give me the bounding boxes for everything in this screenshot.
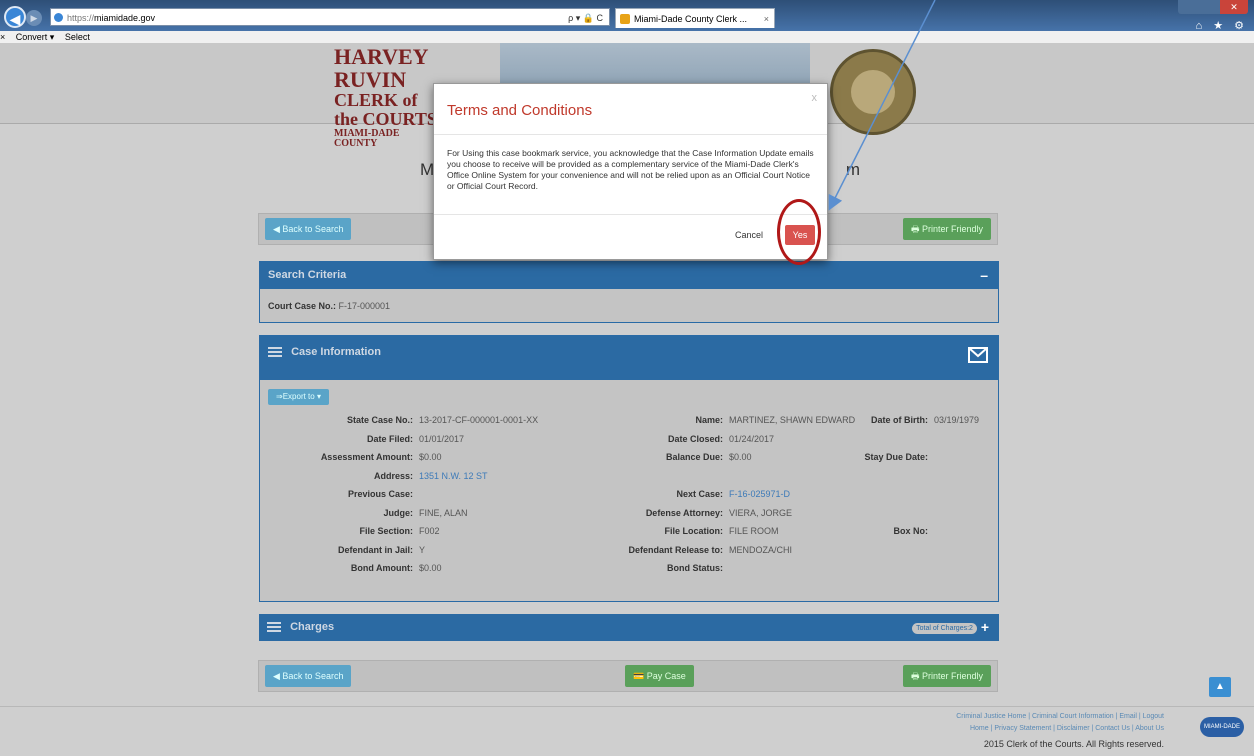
court-case-value: F-17-000001 <box>338 301 391 311</box>
modal-divider <box>434 134 827 135</box>
annotation-circle <box>777 199 821 265</box>
command-bar: × Convert ▾ Select <box>0 31 1254 43</box>
favicon-icon <box>620 14 630 24</box>
back-to-search-button[interactable]: ◀ Back to Search <box>265 665 352 687</box>
modal-divider <box>434 214 827 215</box>
footer: Criminal Justice Home | Criminal Court I… <box>0 706 1254 756</box>
field-label: Bond Status: <box>667 563 723 573</box>
field-value: $0.00 <box>729 452 752 462</box>
field-label: Judge: <box>383 507 413 518</box>
case-information-header: Case Information <box>260 336 998 380</box>
search-criteria-title: Search Criteria <box>268 269 347 281</box>
miami-dade-logo[interactable]: MIAMI-DADE <box>1200 717 1244 737</box>
field-value: MENDOZA/CHI <box>729 544 792 555</box>
cancel-button[interactable]: Cancel <box>735 230 763 240</box>
field-label: File Location: <box>664 526 724 536</box>
convert-menu[interactable]: Convert ▾ <box>16 32 55 42</box>
field-label: Defendant in Jail: <box>337 544 413 555</box>
email-icon[interactable] <box>968 342 988 374</box>
search-criteria-header[interactable]: Search Criteria – <box>260 262 998 289</box>
field-value: $0.00 <box>419 452 442 462</box>
field-label: Previous Case: <box>347 489 413 499</box>
url-host: miamidade.gov <box>94 13 156 23</box>
field-value: 01/24/2017 <box>729 433 775 444</box>
logo-line3: MIAMI-DADE COUNTY <box>334 127 400 150</box>
footer-copyright: 2015 Clerk of the Courts. All Rights res… <box>983 739 1164 749</box>
field-value: VIERA, JORGE <box>729 507 793 518</box>
modal-title: Terms and Conditions <box>447 102 593 119</box>
field-label: Next Case: <box>676 489 723 499</box>
page-title-right: m <box>845 160 860 179</box>
field-value: MARTINEZ, SHAWN EDWARD <box>729 415 856 425</box>
field-value: 01/01/2017 <box>419 433 465 444</box>
url-prefix: https:// <box>67 13 95 23</box>
field-label: Bond Amount: <box>350 563 413 573</box>
case-information-title: Case Information <box>291 346 381 358</box>
pay-case-button[interactable]: 💳 Pay Case <box>625 665 694 687</box>
field-value: F002 <box>419 526 440 536</box>
field-label: State Case No.: <box>346 415 413 425</box>
field-label: File Section: <box>359 526 413 536</box>
tab-title: Miami-Dade County Clerk ... <box>634 14 748 24</box>
field-label: Address: <box>373 470 413 481</box>
forward-arrow-icon[interactable]: ▶ <box>26 10 42 26</box>
window-controls[interactable]: ✕ <box>1178 0 1248 14</box>
modal-body-text: For Using this case bookmark service, yo… <box>447 148 814 191</box>
field-label: Date Closed: <box>667 433 723 444</box>
field-value: 03/19/1979 <box>934 415 980 425</box>
ie-icon <box>54 13 63 22</box>
field-label: Stay Due Date: <box>864 452 928 462</box>
field-label: Assessment Amount: <box>320 452 413 462</box>
field-value: FILE ROOM <box>729 526 779 536</box>
field-label: Defense Attorney: <box>645 507 723 518</box>
scroll-to-top-button[interactable]: ▲ <box>1209 677 1231 697</box>
browser-tab[interactable]: Miami-Dade County Clerk ... × <box>615 8 775 28</box>
terms-modal: Terms and Conditions x For Using this ca… <box>433 83 828 260</box>
field-value: $0.00 <box>419 563 442 573</box>
list-icon <box>268 347 282 358</box>
charges-header[interactable]: Charges Total of Charges:2 + <box>259 614 999 641</box>
field-value: Y <box>419 544 426 555</box>
field-label: Defendant Release to: <box>628 544 723 555</box>
select-menu[interactable]: Select <box>65 32 90 42</box>
field-value: FINE, ALAN <box>419 507 468 518</box>
cmdbar-close-icon[interactable]: × <box>0 32 5 42</box>
list-icon <box>267 622 281 633</box>
modal-close-icon[interactable]: x <box>812 92 818 104</box>
collapse-icon[interactable]: – <box>980 262 988 289</box>
footer-links-row1[interactable]: Criminal Justice Home | Criminal Court I… <box>956 713 1164 720</box>
court-case-label: Court Case No.: <box>268 301 337 311</box>
field-label: Balance Due: <box>665 452 723 462</box>
charges-title: Charges <box>290 621 335 633</box>
printer-friendly-button[interactable]: 🖶 Printer Friendly <box>902 218 991 240</box>
charges-right: Total of Charges:2 + <box>912 614 989 641</box>
clerk-logo[interactable]: HARVEY RUVIN CLERK of the COURTS MIAMI-D… <box>334 45 444 150</box>
field-label: Date Filed: <box>366 433 413 444</box>
search-criteria-panel: Search Criteria – Court Case No.: F-17-0… <box>259 261 999 323</box>
expand-icon[interactable]: + <box>981 619 989 635</box>
field-label: Box No: <box>893 526 929 536</box>
field-link[interactable]: F-16-025971-D <box>729 489 790 499</box>
footer-links-row2[interactable]: Home | Privacy Statement | Disclaimer | … <box>970 725 1164 732</box>
case-information-panel: Case Information ⇒Export to ▾ State Case… <box>259 335 999 602</box>
back-to-search-button[interactable]: ◀ Back to Search <box>265 218 352 240</box>
logo-line1: HARVEY RUVIN <box>334 44 428 93</box>
charges-count-badge: Total of Charges:2 <box>912 622 977 634</box>
back-arrow-icon[interactable]: ◀ <box>4 6 26 28</box>
field-label: Date of Birth: <box>871 415 928 425</box>
field-value: 13-2017-CF-000001-0001-XX <box>419 415 539 425</box>
window-close-icon[interactable]: ✕ <box>1220 0 1248 14</box>
logo-line2: CLERK of the COURTS <box>334 90 437 130</box>
bottom-action-bar: ◀ Back to Search 💳 Pay Case 🖶 Printer Fr… <box>258 660 998 692</box>
field-link[interactable]: 1351 N.W. 12 ST <box>419 471 488 481</box>
court-case-row: Court Case No.: F-17-000001 <box>268 301 390 311</box>
address-tools[interactable]: ρ ▾ 🔒 C <box>568 9 603 25</box>
field-label: Name: <box>695 415 723 425</box>
printer-friendly-button[interactable]: 🖶 Printer Friendly <box>902 665 991 687</box>
tab-close-icon[interactable]: × <box>764 9 769 28</box>
charges-panel: Charges Total of Charges:2 + <box>259 614 999 643</box>
export-to-button[interactable]: ⇒Export to ▾ <box>268 389 329 405</box>
address-bar[interactable]: https://miamidade.gov ρ ▾ 🔒 C <box>50 8 610 26</box>
county-seal-icon <box>830 49 916 135</box>
